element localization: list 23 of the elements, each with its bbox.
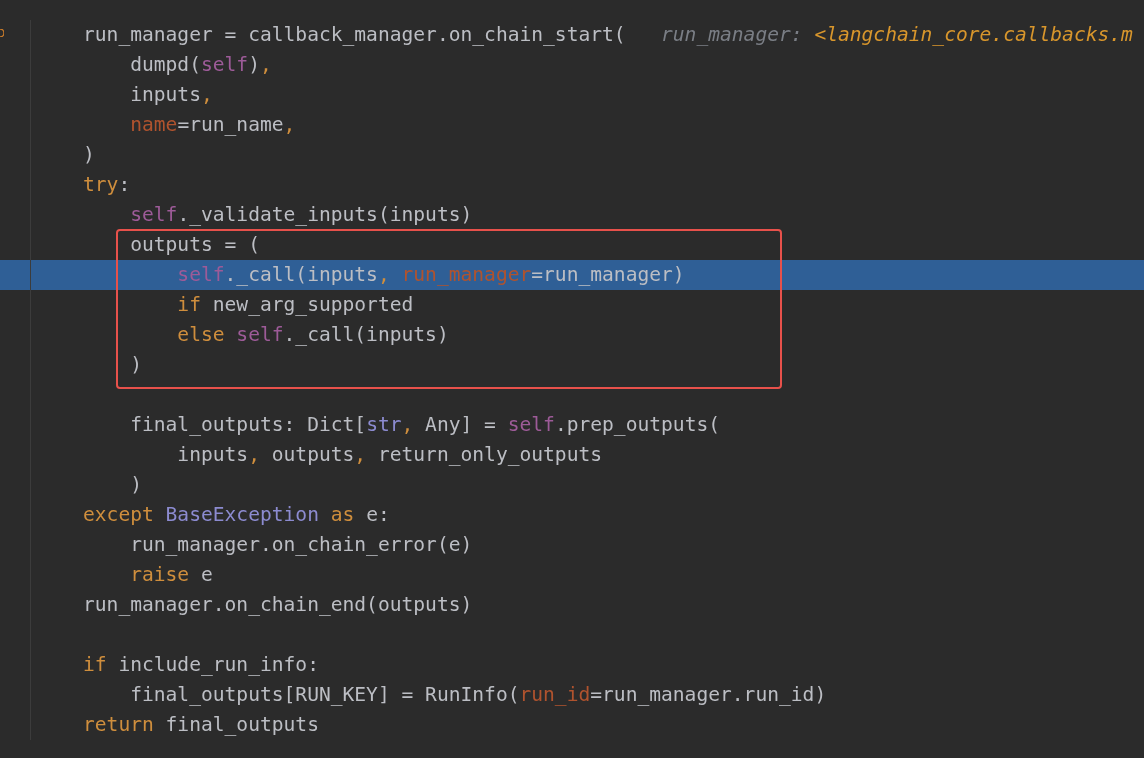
- code-line: try:: [82, 172, 132, 198]
- code-line: return final_outputs: [82, 712, 320, 738]
- code-line: name=run_name,: [129, 112, 297, 138]
- code-line: except BaseException as e:: [82, 502, 391, 528]
- code-line: final_outputs[RUN_KEY] = RunInfo(run_id=run_manager.run_id): [129, 682, 828, 708]
- code-line: run_manager = callback_manager.on_chain_start( run_manager: <langchain_core.callbacks.m: [82, 22, 1134, 48]
- code-line: final_outputs: Dict[str, Any] = self.prep_outputs(: [129, 412, 722, 438]
- code-line: dumpd(self),: [129, 52, 273, 78]
- code-line: outputs = (: [129, 232, 261, 258]
- code-line: self._call(inputs, run_manager=run_manager): [176, 262, 686, 288]
- code-line: if include_run_info:: [82, 652, 320, 678]
- code-line: inputs, outputs, return_only_outputs: [176, 442, 604, 468]
- code-line: run_manager.on_chain_end(outputs): [82, 592, 474, 618]
- code-line: self._validate_inputs(inputs): [129, 202, 474, 228]
- code-line: if new_arg_supported: [176, 292, 415, 318]
- code-line: inputs,: [129, 82, 214, 108]
- code-line: run_manager.on_chain_error(e): [129, 532, 474, 558]
- code-line: raise e: [129, 562, 214, 588]
- code-line: else self._call(inputs): [176, 322, 450, 348]
- code-line: ): [129, 352, 143, 378]
- code-line: ): [82, 142, 96, 168]
- gutter-marker-icon: [0, 29, 4, 37]
- code-line: ): [129, 472, 143, 498]
